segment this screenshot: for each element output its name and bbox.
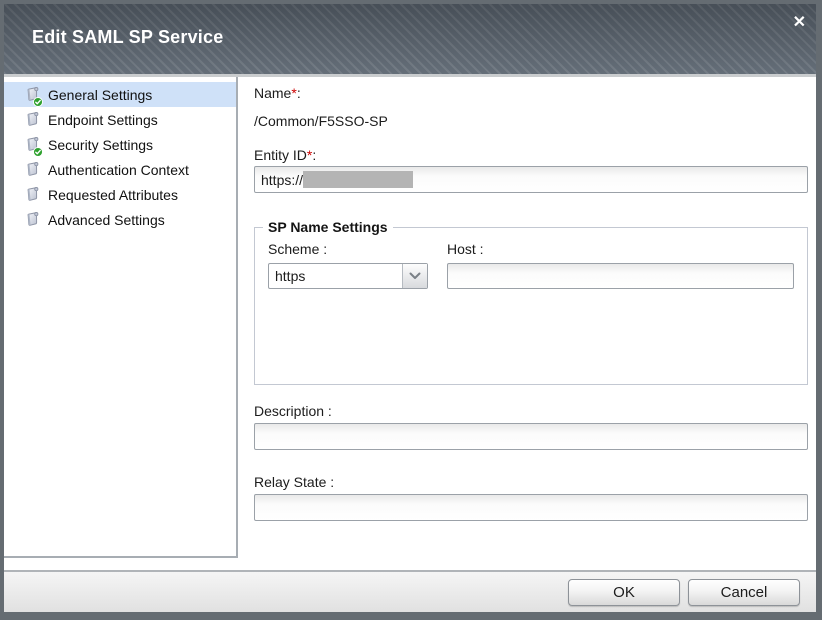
entity-id-input[interactable]: https:// xyxy=(254,166,808,193)
close-icon[interactable]: ✕ xyxy=(793,15,806,31)
entity-id-label: Entity ID*: xyxy=(254,147,808,163)
name-label: Name*: xyxy=(254,85,808,101)
sidebar-item-advanced-settings[interactable]: Advanced Settings xyxy=(4,207,236,232)
scroll-icon xyxy=(24,86,41,103)
sp-name-settings-group: SP Name Settings Scheme : https Host : xyxy=(254,219,808,385)
check-icon xyxy=(33,94,43,104)
check-icon xyxy=(33,144,43,154)
scheme-label: Scheme : xyxy=(268,241,428,257)
dialog-titlebar: Edit SAML SP Service ✕ xyxy=(4,4,816,77)
sidebar-item-label: Security Settings xyxy=(48,137,153,153)
sidebar-item-label: Endpoint Settings xyxy=(48,112,158,128)
relay-state-input[interactable] xyxy=(254,494,808,521)
name-value: /Common/F5SSO-SP xyxy=(254,113,808,129)
sidebar-item-requested-attributes[interactable]: Requested Attributes xyxy=(4,182,236,207)
sidebar-item-endpoint-settings[interactable]: Endpoint Settings xyxy=(4,107,236,132)
scroll-icon xyxy=(24,111,41,128)
host-input[interactable] xyxy=(447,263,794,289)
sidebar-item-label: General Settings xyxy=(48,87,152,103)
settings-nav: General Settings Endpoint Settings Secur… xyxy=(4,77,238,558)
chevron-down-icon[interactable] xyxy=(402,264,427,288)
sp-name-settings-legend: SP Name Settings xyxy=(263,219,393,235)
dialog-footer: OK Cancel xyxy=(4,570,816,612)
sidebar-item-label: Advanced Settings xyxy=(48,212,165,228)
sidebar-item-authentication-context[interactable]: Authentication Context xyxy=(4,157,236,182)
scroll-icon xyxy=(24,136,41,153)
sidebar-item-label: Requested Attributes xyxy=(48,187,178,203)
dialog-title: Edit SAML SP Service xyxy=(32,27,223,48)
description-input[interactable] xyxy=(254,423,808,450)
sidebar-item-general-settings[interactable]: General Settings xyxy=(4,82,236,107)
cancel-button[interactable]: Cancel xyxy=(688,579,800,606)
redacted-value xyxy=(303,171,413,188)
sidebar-item-label: Authentication Context xyxy=(48,162,189,178)
sidebar-item-security-settings[interactable]: Security Settings xyxy=(4,132,236,157)
general-settings-panel: Name*: /Common/F5SSO-SP Entity ID*: http… xyxy=(238,77,816,570)
scroll-icon xyxy=(24,211,41,228)
entity-id-visible-text: https:// xyxy=(261,172,303,188)
scroll-icon xyxy=(24,186,41,203)
ok-button[interactable]: OK xyxy=(568,579,680,606)
host-label: Host : xyxy=(447,241,794,257)
relay-state-label: Relay State : xyxy=(254,474,808,490)
dialog-body: General Settings Endpoint Settings Secur… xyxy=(4,77,816,570)
scroll-icon xyxy=(24,161,41,178)
scheme-select[interactable]: https xyxy=(268,263,428,289)
scheme-selected-value: https xyxy=(269,264,402,288)
edit-saml-sp-service-dialog: Edit SAML SP Service ✕ General Settings … xyxy=(0,0,822,620)
description-label: Description : xyxy=(254,403,808,419)
